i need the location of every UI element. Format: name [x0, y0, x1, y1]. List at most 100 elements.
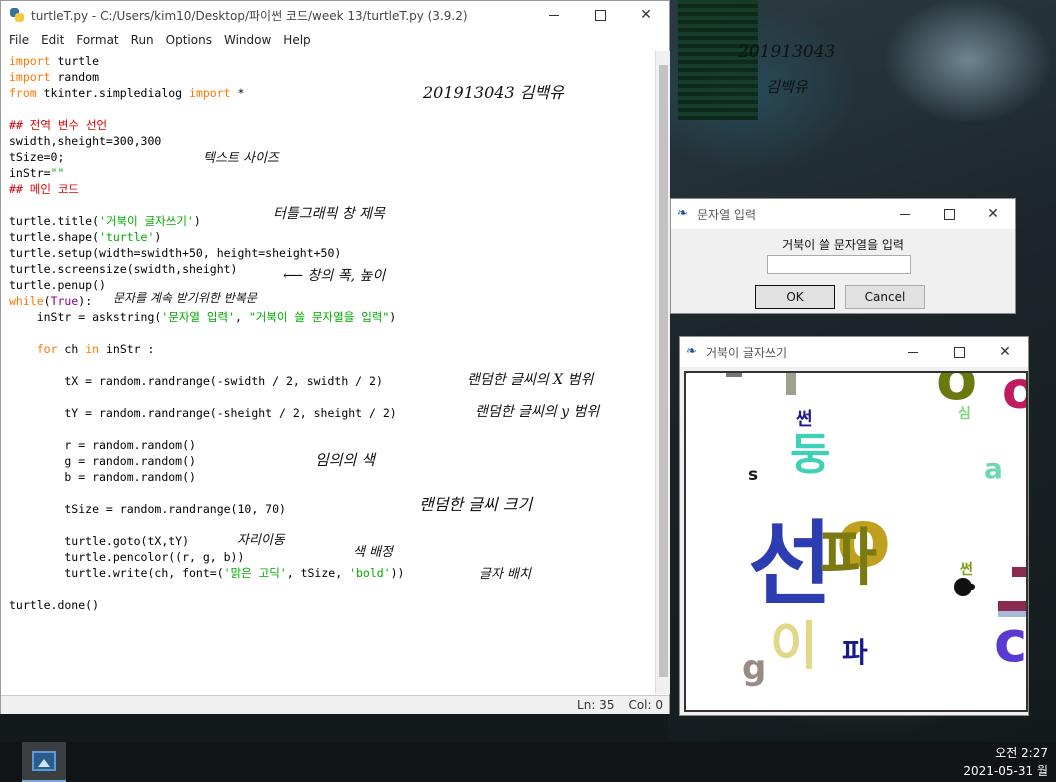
dialog-close-button[interactable]	[971, 199, 1015, 229]
partial-char-mark	[786, 373, 796, 395]
turtle-char: o	[936, 371, 978, 414]
minimize-button[interactable]	[531, 1, 577, 29]
code-line: ## 메인 코드	[9, 182, 80, 196]
taskbar-app-button[interactable]	[22, 742, 66, 782]
status-bar: Ln: 35 Col: 0	[1, 695, 669, 714]
code-line: from tkinter.simpledialog import *	[9, 86, 245, 100]
status-col: Col: 0	[628, 698, 663, 712]
vertical-scrollbar[interactable]	[655, 51, 670, 694]
cancel-button[interactable]: Cancel	[845, 285, 925, 309]
annotation-color: 색 배정	[353, 545, 394, 560]
taskbar-clock[interactable]: 오전 2:27 2021-05-31 월	[963, 744, 1048, 780]
menu-format[interactable]: Format	[70, 33, 124, 47]
menu-bar: File Edit Format Run Options Window Help	[1, 29, 669, 51]
annotation-loop: 문자를 계속 받기위한 반복문	[113, 291, 257, 305]
turtle-close-button[interactable]	[982, 337, 1028, 367]
photos-icon	[32, 751, 56, 771]
clock-date: 2021-05-31 월	[963, 764, 1048, 778]
python-icon	[9, 7, 25, 23]
turtle-char: 이	[770, 617, 818, 677]
idle-window-title: turtleT.py - C:/Users/kim10/Desktop/파이썬 …	[31, 8, 468, 23]
code-editor[interactable]: import turtle import random from tkinter.s…	[3, 51, 655, 694]
code-line: ## 전역 변수 선언	[9, 118, 108, 132]
menu-edit[interactable]: Edit	[35, 33, 70, 47]
code-line: turtle.goto(tX,tY)	[9, 534, 190, 548]
idle-titlebar[interactable]: turtleT.py - C:/Users/kim10/Desktop/파이썬 …	[1, 1, 669, 29]
turtle-char: g	[742, 648, 767, 688]
menu-help[interactable]: Help	[277, 33, 316, 47]
close-button[interactable]	[623, 1, 669, 29]
code-line: turtle.setup(width=swidth+50, height=she…	[9, 246, 342, 260]
scrollbar-thumb[interactable]	[659, 65, 668, 677]
turtle-char: 썬	[796, 409, 813, 430]
turtle-char: 썬	[960, 562, 973, 578]
partial-char-mark	[1012, 567, 1026, 577]
turtle-minimize-button[interactable]	[890, 337, 936, 367]
code-line: tSize = random.randrange(10, 70)	[9, 502, 286, 516]
annotation-write: 글자 배치	[479, 567, 531, 582]
turtle-char: s	[748, 465, 759, 485]
menu-options[interactable]: Options	[160, 33, 218, 47]
code-line: inStr = askstring('문자열 입력', "거북이 쓸 문자열을 …	[9, 310, 397, 324]
turtle-char: 파	[842, 636, 868, 669]
dialog-titlebar[interactable]: ❧ 문자열 입력	[671, 199, 1015, 229]
wallpaper-student-name: 김백유	[766, 78, 808, 96]
turtle-char: o	[1002, 373, 1026, 417]
annotation-text-size: 텍스트 사이즈	[203, 151, 279, 166]
code-line: turtle.write(ch, font=('맑은 고딕', tSize, '…	[9, 566, 405, 580]
annotation-random-color: 임의의 색	[315, 451, 375, 469]
code-line: b = random.random()	[9, 470, 196, 484]
code-line: turtle.done()	[9, 598, 100, 612]
dialog-minimize-button[interactable]	[883, 199, 927, 229]
code-line: tY = random.randrange(-sheight / 2, shei…	[9, 406, 397, 420]
taskbar: 오전 2:27 2021-05-31 월	[0, 742, 1056, 782]
menu-run[interactable]: Run	[125, 33, 160, 47]
code-line: tX = random.randrange(-swidth / 2, swidt…	[9, 374, 383, 388]
turtle-window: ❧ 거북이 글자쓰기 썬 심 둥 s a 선 o 파 썬 이 파 g c o o	[679, 336, 1029, 716]
annotation-random-size: 랜덤한 글씨 크기	[419, 495, 533, 514]
turtle-char: c	[994, 610, 1028, 675]
turtle-maximize-button[interactable]	[936, 337, 982, 367]
status-line: Ln: 35	[577, 698, 615, 712]
dialog-title: 문자열 입력	[697, 207, 757, 222]
code-line: for ch in inStr :	[36, 342, 155, 356]
turtle-window-title: 거북이 글자쓰기	[706, 345, 788, 360]
turtle-char: 둥	[790, 429, 831, 480]
code-text: import turtle import random from tkinter.s…	[9, 53, 404, 613]
annotation-window-title: 터틀그래픽 창 제목	[273, 206, 385, 222]
partial-char-mark	[726, 373, 742, 377]
ok-button[interactable]: OK	[755, 285, 835, 309]
annotation-move: 자리이동	[237, 533, 285, 548]
menu-file[interactable]: File	[3, 33, 35, 47]
dialog-prompt: 거북이 쓸 문자열을 입력	[782, 238, 904, 252]
tk-feather-icon: ❧	[686, 344, 697, 359]
turtle-cursor-icon	[954, 578, 975, 596]
turtle-char: a	[984, 452, 1003, 485]
dialog-maximize-button[interactable]	[927, 199, 971, 229]
askstring-dialog: ❧ 문자열 입력 거북이 쓸 문자열을 입력 OK Cancel	[670, 198, 1016, 314]
menu-window[interactable]: Window	[218, 33, 277, 47]
code-line: import turtle	[9, 54, 100, 68]
wallpaper-student-id: 201913043	[738, 42, 836, 62]
code-line: turtle.shape('turtle')	[9, 230, 162, 244]
maximize-button[interactable]	[577, 1, 623, 29]
tk-feather-icon: ❧	[677, 206, 688, 221]
annotation-window-size: ⟵ 창의 폭, 높이	[283, 268, 386, 284]
annotation-window-size-text: 창의 폭, 높이	[307, 268, 386, 284]
annotation-student-id: 201913043 김백유	[423, 83, 564, 102]
turtle-char: 파	[820, 521, 878, 594]
turtle-titlebar[interactable]: ❧ 거북이 글자쓰기	[680, 337, 1028, 367]
string-input[interactable]	[767, 255, 911, 274]
code-line: import random	[9, 70, 100, 84]
clock-time: 오전 2:27	[995, 746, 1048, 760]
annotation-random-x: 랜덤한 글씨의 X 범위	[467, 372, 594, 388]
turtle-canvas[interactable]: 썬 심 둥 s a 선 o 파 썬 이 파 g c o o	[684, 371, 1028, 712]
